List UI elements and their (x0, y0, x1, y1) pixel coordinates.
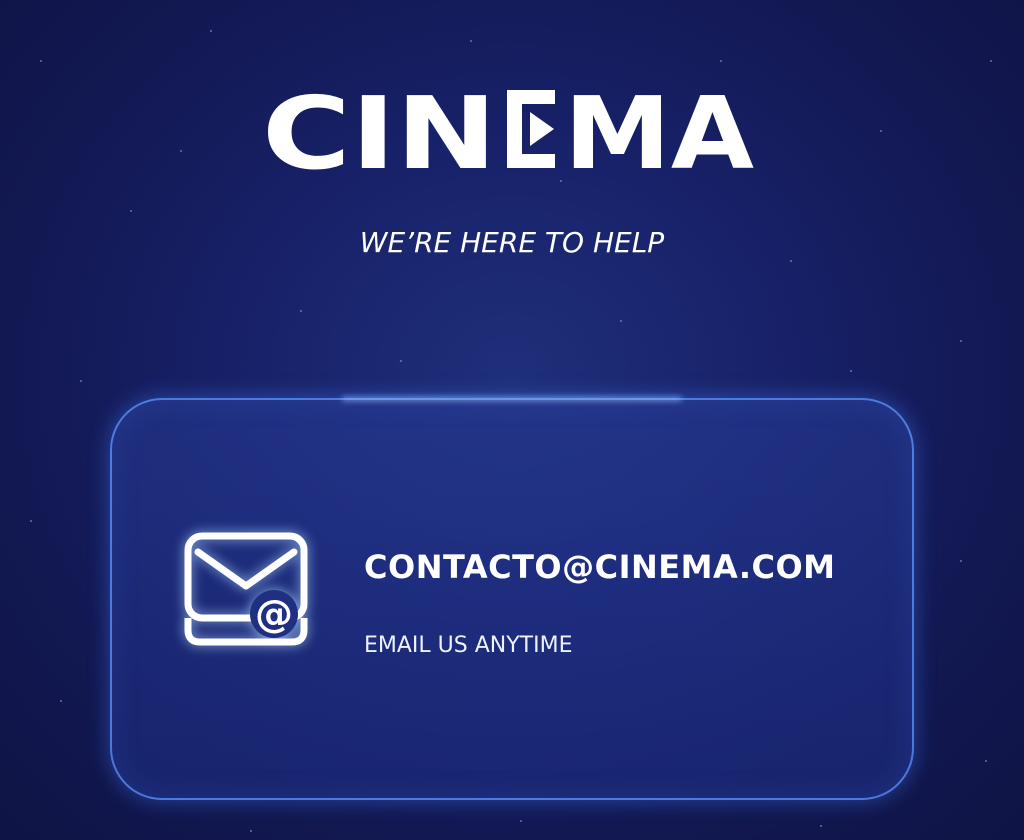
play-e-icon (507, 90, 555, 168)
logo-text-right: MA (564, 84, 754, 174)
cinema-logo-graphic: CIN MA (262, 84, 754, 174)
svg-text:@: @ (255, 592, 293, 636)
contact-email-caption: EMAIL US ANYTIME (364, 633, 573, 658)
envelope-at-icon: @ (184, 532, 308, 646)
card-top-glow (342, 397, 682, 401)
contact-email-link[interactable]: CONTACTO@CINEMA.COM (364, 548, 836, 586)
contact-card: @ CONTACTO@CINEMA.COM EMAIL US ANYTIME (110, 397, 914, 800)
cinema-logo: CIN MA (0, 84, 1024, 178)
logo-text-left: CIN (262, 84, 497, 174)
tagline: WE’RE HERE TO HELP (359, 226, 665, 259)
